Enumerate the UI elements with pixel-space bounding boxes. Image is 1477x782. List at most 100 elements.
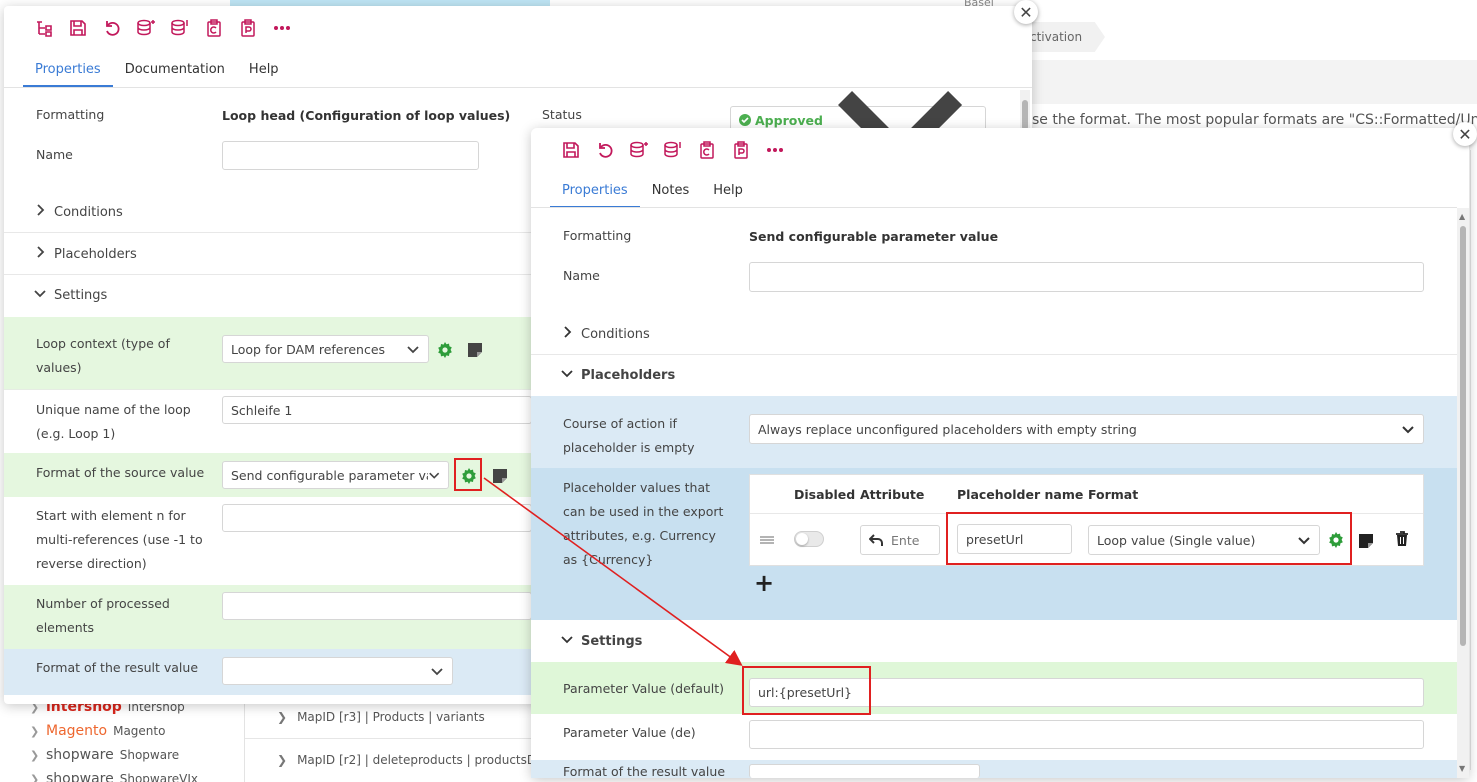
scroll-down-icon[interactable]: ▼ (1459, 764, 1465, 773)
dialog1-toolbar (34, 18, 292, 38)
attribute-picker[interactable]: Ente (860, 525, 940, 555)
gear-icon[interactable] (1327, 531, 1345, 549)
database-export-icon[interactable] (629, 140, 649, 160)
scrollbar-thumb[interactable] (1460, 226, 1466, 646)
tab-help[interactable]: Help (237, 55, 291, 87)
format-source-select[interactable]: Send configurable parameter value (222, 461, 449, 489)
background-band (1032, 60, 1477, 104)
clipboard-paste-icon[interactable] (238, 18, 258, 38)
param-de-input[interactable] (749, 720, 1424, 749)
brand-name: ShopwareVIx (119, 772, 198, 782)
placeholders-section[interactable]: Placeholders (36, 246, 137, 262)
clipboard-copy-icon[interactable] (697, 140, 717, 160)
more-icon[interactable] (272, 18, 292, 38)
section-title: Settings (54, 288, 108, 303)
clipboard-copy-icon[interactable] (204, 18, 224, 38)
database-import-icon[interactable] (170, 18, 190, 38)
placeholders-section[interactable]: Placeholders (561, 368, 675, 383)
format-hint-text: se the format. The most popular formats … (1032, 112, 1477, 128)
save-icon[interactable] (561, 140, 581, 160)
tab-properties[interactable]: Properties (23, 55, 113, 87)
scrollbar-thumb[interactable] (1022, 100, 1028, 130)
start-element-label: Start with element n for multi-reference… (36, 508, 203, 571)
chevron-down-icon (1402, 426, 1414, 434)
tab-help[interactable]: Help (701, 176, 755, 208)
formatting-value: Loop head (Configuration of loop values) (222, 108, 511, 123)
add-placeholder-button[interactable]: + (754, 569, 774, 597)
close-icon[interactable]: ✕ (1453, 122, 1477, 146)
undo-icon[interactable] (595, 140, 615, 160)
list-item[interactable]: ❯ shopware ShopwareVIx (30, 768, 198, 782)
chevron-right-icon (563, 326, 573, 342)
scrollbar[interactable]: ▲ ▼ (1457, 208, 1469, 778)
tree-icon[interactable] (34, 18, 54, 38)
unique-name-input[interactable]: Schleife 1 (222, 396, 532, 424)
status-badge: Approved (739, 113, 823, 128)
more-icon[interactable] (765, 140, 785, 160)
scroll-up-icon[interactable]: ▲ (1459, 212, 1465, 221)
magento-logo: Magento (46, 723, 108, 739)
format-result-select[interactable] (222, 657, 453, 685)
close-icon[interactable]: ✕ (1014, 0, 1038, 24)
divider (531, 354, 1457, 355)
settings-section[interactable]: Settings (34, 288, 107, 303)
undo-icon[interactable] (102, 18, 122, 38)
divider (4, 232, 532, 233)
save-icon[interactable] (68, 18, 88, 38)
loop-context-select[interactable]: Loop for DAM references (222, 335, 429, 363)
param-default-input[interactable]: url:{presetUrl} (749, 678, 1424, 707)
conditions-section[interactable]: Conditions (36, 204, 123, 220)
tab-properties[interactable]: Properties (550, 176, 640, 208)
placeholder-name-input[interactable]: presetUrl (957, 524, 1072, 554)
breadcrumb[interactable]: ctivation (1020, 22, 1105, 52)
processed-input[interactable] (222, 592, 532, 620)
start-element-input[interactable] (222, 504, 532, 532)
placeholder-format-select[interactable]: Loop value (Single value) (1088, 525, 1320, 555)
chevron-down-icon (1298, 537, 1310, 545)
gear-icon[interactable] (436, 341, 454, 359)
gear-icon[interactable] (460, 467, 478, 485)
dialog1-tabs: Properties Documentation Help (23, 55, 291, 87)
scrollbar[interactable] (1020, 90, 1030, 130)
note-icon[interactable] (466, 341, 484, 359)
select-value: Loop value (Single value) (1097, 532, 1256, 548)
note-icon[interactable] (1357, 532, 1375, 550)
tab-notes[interactable]: Notes (640, 176, 702, 208)
clipboard-paste-icon[interactable] (731, 140, 751, 160)
dialog2-tabs: Properties Notes Help (550, 176, 755, 208)
brand-name: Shopware (119, 748, 180, 762)
trash-icon[interactable] (1393, 530, 1411, 548)
tab-documentation[interactable]: Documentation (113, 55, 237, 87)
chevron-down-icon (428, 472, 439, 479)
attribute-value: Ente (891, 532, 920, 548)
select-value: Always replace unconfigured placeholders… (758, 421, 1137, 437)
tree-row[interactable]: ❯ MapID [r2] | deleteproducts | products… (277, 739, 544, 781)
column-header-disabled: Disabled (794, 487, 856, 502)
list-item[interactable]: ❯ Magento Magento (30, 720, 165, 742)
conditions-section[interactable]: Conditions (563, 326, 650, 342)
course-select[interactable]: Always replace unconfigured placeholders… (749, 414, 1424, 444)
shopware-logo: shopware (46, 747, 114, 763)
database-export-icon[interactable] (136, 18, 156, 38)
drag-handle-icon[interactable] (758, 531, 776, 549)
column-header-placeholder-name: Placeholder name (957, 487, 1084, 502)
brand-name: Magento (113, 724, 166, 738)
name-input[interactable] (222, 141, 479, 170)
chevron-right-icon: ❯ (277, 710, 288, 724)
format-result-select[interactable] (749, 764, 980, 778)
chevron-down-icon (431, 668, 443, 676)
param-de-label: Parameter Value (de) (563, 725, 696, 740)
tree-row-label: MapID [r3] | Products | variants (297, 710, 485, 724)
database-import-icon[interactable] (663, 140, 683, 160)
chevron-right-icon: ❯ (30, 748, 40, 762)
select-value: Loop for DAM references (231, 341, 386, 357)
divider (531, 207, 1457, 208)
list-item[interactable]: ❯ shopware Shopware (30, 744, 179, 766)
settings-section[interactable]: Settings (561, 634, 642, 649)
tree-row-label: MapID [r2] | deleteproducts | productsDe (297, 753, 544, 767)
disabled-toggle[interactable] (794, 531, 824, 547)
chevron-right-icon (36, 246, 46, 262)
shopware-logo: shopware (46, 771, 114, 782)
name-input[interactable] (749, 262, 1424, 292)
note-icon[interactable] (491, 467, 509, 485)
